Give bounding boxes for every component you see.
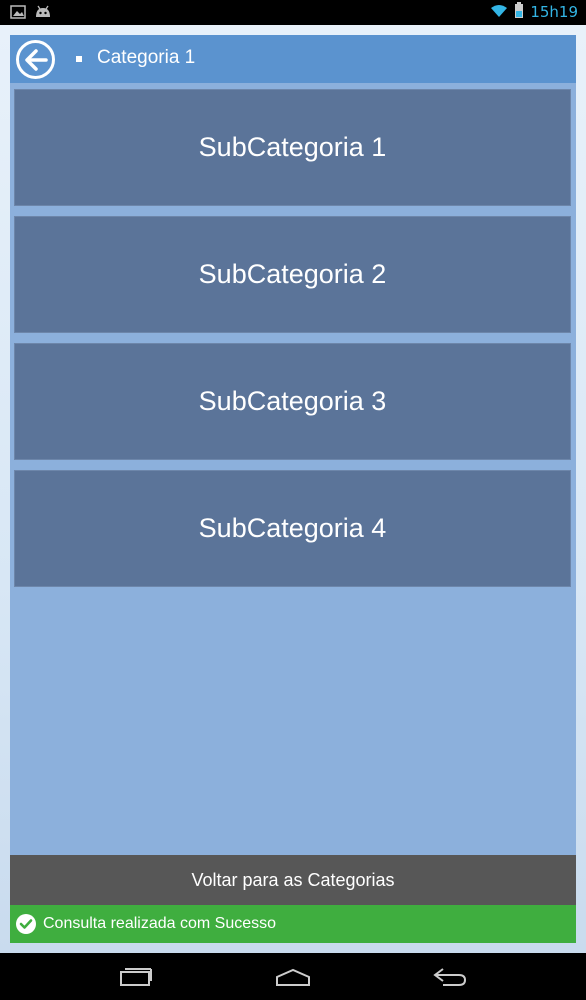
back-button[interactable] [16, 40, 55, 79]
screen: 15h19 Categoria 1 SubCategoria 1 SubCate… [0, 0, 586, 1000]
wifi-icon [490, 3, 508, 22]
header: Categoria 1 [10, 35, 576, 83]
header-bullet [76, 56, 82, 62]
system-icons: 15h19 [490, 2, 578, 22]
check-circle-icon [16, 914, 36, 934]
subcategory-button-3[interactable]: SubCategoria 3 [14, 343, 571, 460]
back-to-categories-label: Voltar para as Categorias [191, 869, 395, 890]
notification-area [10, 4, 52, 23]
main-panel: Categoria 1 SubCategoria 1 SubCategoria … [10, 35, 576, 943]
recent-apps-button[interactable] [114, 963, 158, 991]
status-message-bar: Consulta realizada com Sucesso [10, 905, 576, 943]
subcategory-label: SubCategoria 4 [198, 513, 387, 543]
back-to-categories-button[interactable]: Voltar para as Categorias [10, 855, 576, 905]
status-bar: 15h19 [0, 0, 586, 25]
android-notification-icon [34, 4, 52, 23]
page-title: Categoria 1 [97, 47, 196, 68]
recent-apps-icon [120, 968, 152, 986]
image-notification-icon [10, 4, 26, 23]
subcategory-label: SubCategoria 2 [198, 259, 387, 289]
home-button[interactable] [271, 963, 315, 991]
subcategory-button-1[interactable]: SubCategoria 1 [14, 89, 571, 206]
battery-icon [514, 2, 524, 22]
subcategory-button-2[interactable]: SubCategoria 2 [14, 216, 571, 333]
status-message: Consulta realizada com Sucesso [43, 915, 277, 932]
subcategory-button-4[interactable]: SubCategoria 4 [14, 470, 571, 587]
subcategory-label: SubCategoria 1 [198, 132, 387, 162]
navigation-bar [0, 953, 586, 1000]
clock: 15h19 [530, 3, 578, 21]
home-icon [276, 968, 310, 986]
back-icon [433, 968, 467, 986]
back-nav-button[interactable] [428, 963, 472, 991]
subcategory-label: SubCategoria 3 [198, 386, 387, 416]
arrow-left-circle-icon [24, 48, 48, 71]
